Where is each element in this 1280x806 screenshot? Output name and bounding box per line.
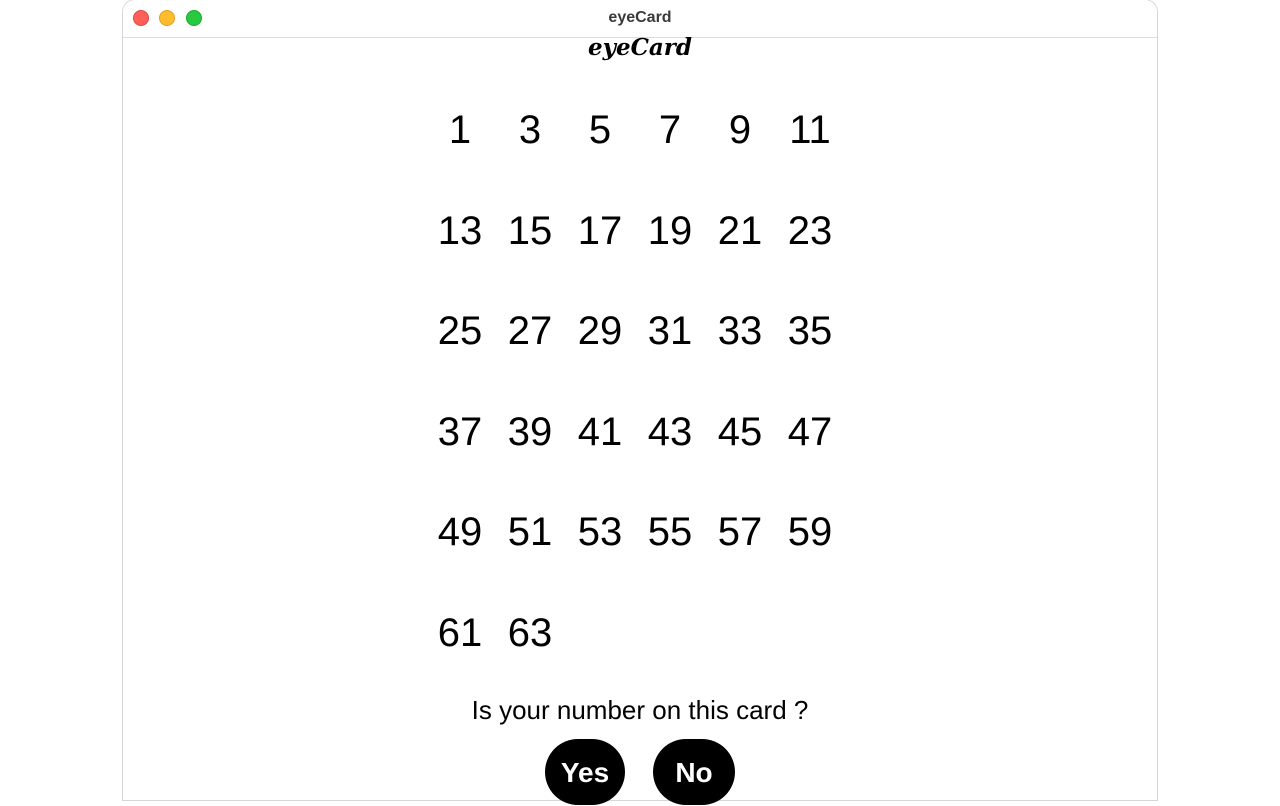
card-number: 7 <box>658 108 682 152</box>
card-number: 27 <box>507 309 553 353</box>
card-number: 25 <box>437 309 483 353</box>
card-number: 13 <box>437 208 483 253</box>
card-number: 61 <box>437 610 483 655</box>
card-number: 37 <box>437 409 483 454</box>
app-title: eyeCard <box>587 34 693 61</box>
card-number: 29 <box>577 309 623 353</box>
window-title: eyeCard <box>608 9 672 26</box>
yes-button[interactable]: Yes <box>545 739 625 805</box>
card-number: 31 <box>647 309 693 353</box>
card-number: 39 <box>507 409 553 454</box>
card-number: 15 <box>507 208 553 253</box>
card-number: 51 <box>507 510 553 554</box>
card-number: 11 <box>789 108 831 152</box>
card-number: 45 <box>717 409 763 454</box>
card-number: 1 <box>448 108 472 152</box>
card-number: 43 <box>647 409 693 454</box>
title-bar[interactable]: eyeCard <box>123 0 1157 38</box>
card-number: 47 <box>787 409 833 454</box>
card-number: 59 <box>787 510 833 554</box>
card-number: 41 <box>577 409 623 454</box>
number-card: 1 3 5 7 9 11 13 15 17 19 21 23 25 27 29 31 33 35 37 39 41 43 4… <box>425 85 845 688</box>
card-number: 23 <box>787 208 833 253</box>
card-number: 49 <box>437 510 483 554</box>
card-number: 63 <box>507 610 553 655</box>
card-number: 55 <box>647 510 693 554</box>
card-number: 3 <box>518 108 542 152</box>
card-number: 19 <box>647 208 693 253</box>
question-text: Is your number on this card ? <box>471 695 809 725</box>
card-number: 35 <box>787 309 833 353</box>
card-number: 17 <box>577 208 623 253</box>
card-number: 5 <box>588 108 612 152</box>
card-number: 9 <box>728 108 752 152</box>
no-button[interactable]: No <box>653 739 735 805</box>
card-number: 33 <box>717 309 763 353</box>
card-number: 21 <box>717 208 763 253</box>
card-number: 57 <box>717 510 763 554</box>
card-number: 53 <box>577 510 623 554</box>
